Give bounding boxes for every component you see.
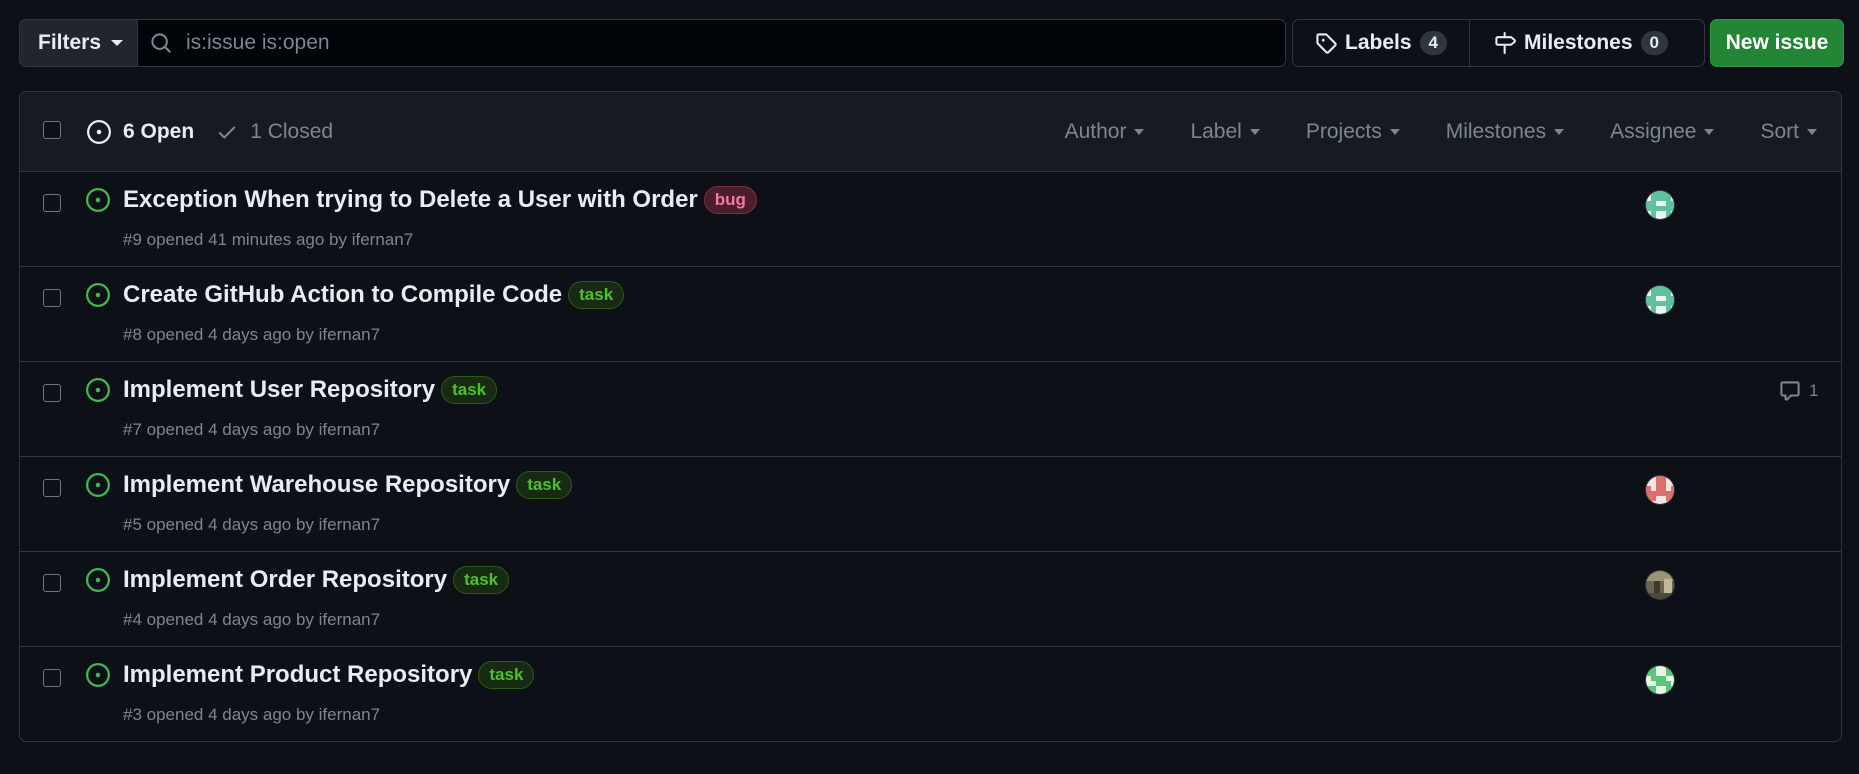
issue-row: Implement Warehouse Repository task #5 o…	[20, 457, 1841, 552]
issue-title-line: Exception When trying to Delete a User w…	[123, 186, 757, 214]
search-icon	[150, 32, 172, 54]
issue-row: Exception When trying to Delete a User w…	[20, 172, 1841, 267]
issue-checkbox[interactable]	[43, 289, 61, 307]
open-issues-label: 6 Open	[123, 120, 195, 143]
issue-label-bug[interactable]: bug	[703, 186, 757, 214]
issue-title-link[interactable]: Exception When trying to Delete a User w…	[123, 186, 698, 214]
milestones-label: Milestones	[1524, 31, 1633, 54]
milestones-filter[interactable]: Milestones	[1445, 120, 1565, 144]
assignee-avatar[interactable]	[1645, 570, 1675, 600]
issue-title-link[interactable]: Create GitHub Action to Compile Code	[123, 281, 562, 309]
labels-button[interactable]: Labels 4	[1293, 20, 1469, 66]
issue-meta: #5 opened 4 days ago by ifernan7	[123, 515, 381, 534]
header-filters: Author Label Projects Milestones Assigne…	[1065, 92, 1817, 172]
chevron-down-icon	[1807, 129, 1817, 135]
label-filter[interactable]: Label	[1190, 120, 1260, 144]
tag-icon	[1315, 32, 1337, 54]
chevron-down-icon	[1134, 129, 1145, 135]
milestones-filter-label: Milestones	[1445, 120, 1547, 143]
issue-label-task[interactable]: task	[453, 566, 510, 594]
sort-filter-label: Sort	[1760, 120, 1799, 143]
issue-label-task[interactable]: task	[568, 281, 625, 309]
author-filter[interactable]: Author	[1065, 120, 1145, 144]
comments-link[interactable]: 1	[1779, 380, 1818, 402]
labels-milestones-group: Labels 4 Milestones 0	[1292, 19, 1705, 67]
search-field[interactable]	[137, 19, 1286, 67]
filters-button[interactable]: Filters	[19, 19, 137, 67]
chevron-down-icon	[1249, 129, 1260, 135]
author-filter-label: Author	[1064, 120, 1127, 143]
issue-meta: #4 opened 4 days ago by ifernan7	[123, 610, 381, 629]
chevron-down-icon	[111, 40, 124, 46]
issue-opened-icon	[86, 568, 110, 592]
milestones-count-badge: 0	[1640, 31, 1668, 55]
issue-opened-icon	[86, 663, 110, 687]
chevron-down-icon	[1389, 129, 1400, 135]
issue-title-line: Implement Warehouse Repository task	[123, 471, 573, 499]
issue-title-link[interactable]: Implement Order Repository	[123, 566, 447, 594]
labels-label: Labels	[1345, 31, 1412, 54]
issue-checkbox[interactable]	[43, 669, 61, 687]
issue-label-task[interactable]: task	[516, 471, 573, 499]
issues-list-header: 6 Open 1 Closed Author Label Projects Mi…	[20, 92, 1841, 172]
search-input[interactable]	[186, 31, 1285, 55]
select-all-checkbox[interactable]	[43, 121, 61, 139]
issue-row: Implement Product Repository task #3 ope…	[20, 647, 1841, 741]
issue-meta: #3 opened 4 days ago by ifernan7	[123, 705, 381, 724]
closed-issues-label: 1 Closed	[250, 120, 334, 143]
assignee-avatar[interactable]	[1645, 665, 1675, 695]
issue-row: Create GitHub Action to Compile Code tas…	[20, 267, 1841, 362]
assignee-avatar[interactable]	[1645, 190, 1675, 220]
issue-meta: #9 opened 41 minutes ago by ifernan7	[123, 230, 414, 249]
issue-label-task[interactable]: task	[441, 376, 498, 404]
issue-title-link[interactable]: Implement Warehouse Repository	[123, 471, 510, 499]
projects-filter-label: Projects	[1305, 120, 1382, 143]
issue-checkbox[interactable]	[43, 384, 61, 402]
issue-checkbox[interactable]	[43, 479, 61, 497]
closed-issues-tab[interactable]: 1 Closed	[216, 120, 333, 144]
issue-title-line: Implement User Repository task	[123, 376, 498, 404]
issue-title-link[interactable]: Implement User Repository	[123, 376, 435, 404]
milestones-button[interactable]: Milestones 0	[1469, 20, 1690, 66]
label-filter-label: Label	[1190, 120, 1242, 143]
chevron-down-icon	[1554, 129, 1565, 135]
issue-title-line: Create GitHub Action to Compile Code tas…	[123, 281, 625, 309]
issue-label-task[interactable]: task	[478, 661, 535, 689]
chevron-down-icon	[1704, 129, 1715, 135]
comment-count: 1	[1809, 381, 1819, 400]
filters-label: Filters	[38, 31, 102, 54]
issue-opened-icon	[87, 120, 111, 144]
issue-checkbox[interactable]	[43, 574, 61, 592]
issue-opened-icon	[86, 378, 110, 402]
issue-opened-icon	[86, 283, 110, 307]
projects-filter[interactable]: Projects	[1306, 120, 1400, 144]
issue-opened-icon	[86, 188, 110, 212]
issue-meta: #8 opened 4 days ago by ifernan7	[123, 325, 381, 344]
issue-row: Implement User Repository task #7 opened…	[20, 362, 1841, 457]
issue-title-line: Implement Product Repository task	[123, 661, 535, 689]
sort-filter[interactable]: Sort	[1760, 120, 1817, 144]
issue-title-link[interactable]: Implement Product Repository	[123, 661, 472, 689]
labels-count-badge: 4	[1419, 31, 1447, 55]
check-icon	[216, 121, 238, 143]
assignee-avatar[interactable]	[1645, 285, 1675, 315]
issue-checkbox[interactable]	[43, 194, 61, 212]
issues-list: 6 Open 1 Closed Author Label Projects Mi…	[19, 91, 1842, 742]
state-tabs: 6 Open 1 Closed	[87, 92, 333, 172]
issue-row: Implement Order Repository task #4 opene…	[20, 552, 1841, 647]
issue-meta: #7 opened 4 days ago by ifernan7	[123, 420, 381, 439]
new-issue-button[interactable]: New issue	[1710, 19, 1844, 67]
assignee-avatar[interactable]	[1645, 475, 1675, 505]
issues-toolbar: Filters Labels 4 Milestones 0 New issue	[19, 19, 1844, 67]
open-issues-tab[interactable]: 6 Open	[87, 120, 194, 144]
assignee-filter-label: Assignee	[1610, 120, 1697, 143]
issue-opened-icon	[86, 473, 110, 497]
milestone-icon	[1494, 32, 1516, 54]
comment-icon	[1779, 380, 1801, 402]
issue-title-line: Implement Order Repository task	[123, 566, 510, 594]
assignee-filter[interactable]: Assignee	[1610, 120, 1715, 144]
